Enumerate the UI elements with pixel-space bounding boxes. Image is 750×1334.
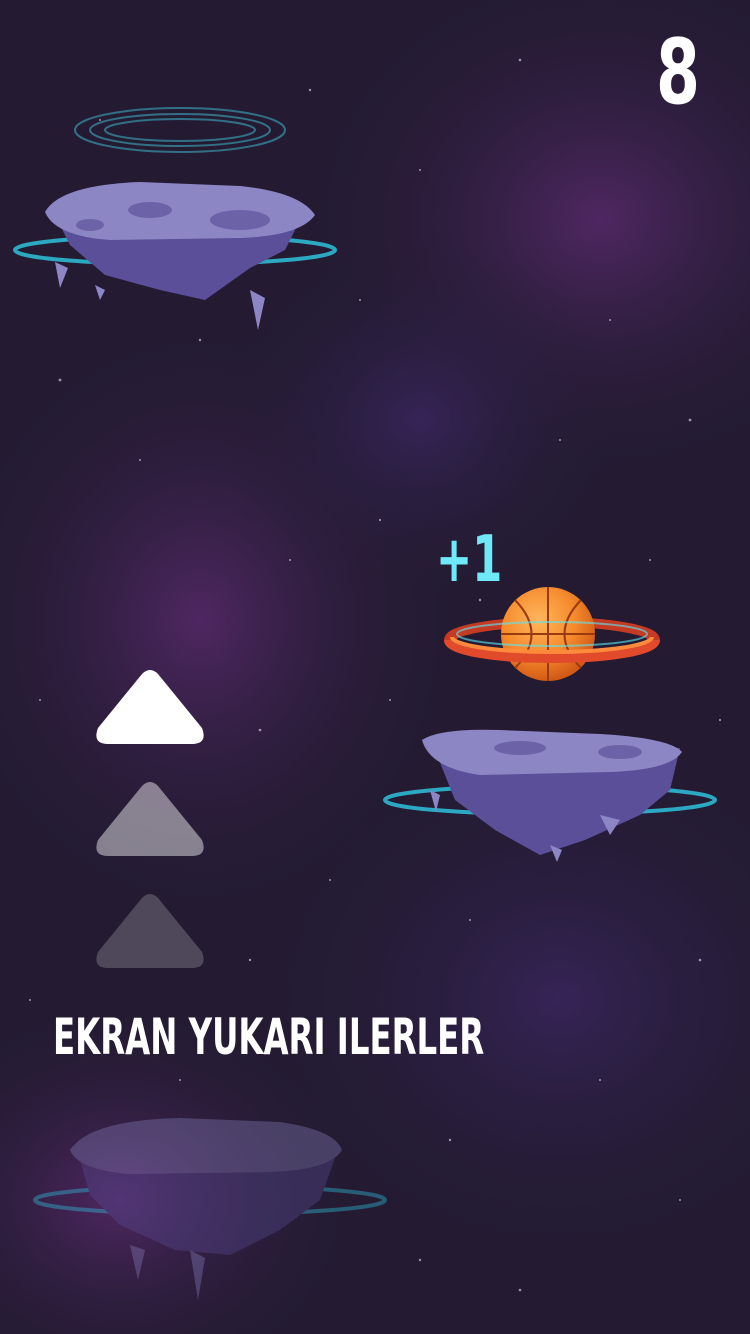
points-popup: +1 (436, 523, 503, 597)
tutorial-instruction: EKRAN YUKARI ILERLER (53, 1008, 485, 1066)
score-counter: 8 (655, 20, 700, 125)
up-arrow-icon (96, 670, 204, 744)
up-arrow-icon (96, 894, 204, 968)
basketball-icon (501, 587, 595, 681)
up-arrow-icon (96, 782, 204, 856)
